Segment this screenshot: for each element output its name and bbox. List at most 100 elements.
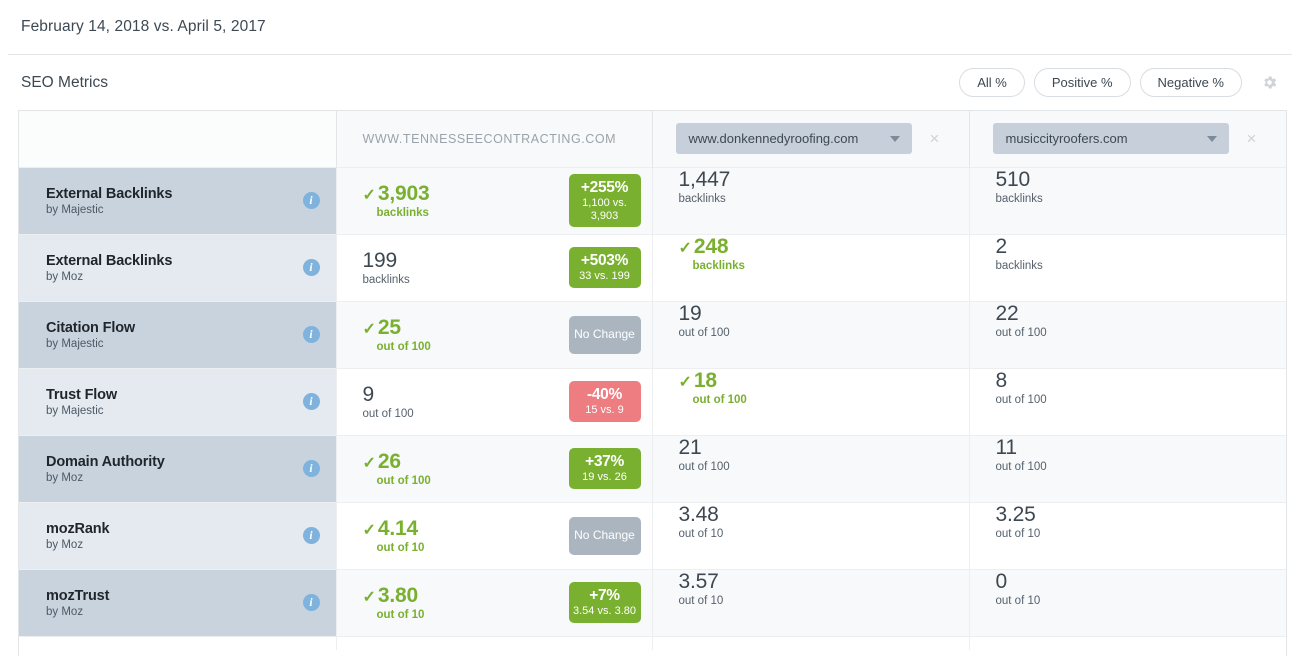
competitor-1-number: 3.48 <box>678 502 719 526</box>
competitor-2-metric-cell: 11 out of 100 <box>969 434 1286 502</box>
competitor-1-remove-button[interactable]: × <box>922 126 948 152</box>
section-header: SEO Metrics All % Positive % Negative % <box>0 55 1300 110</box>
competitor-2-remove-button[interactable]: × <box>1239 126 1265 152</box>
metric-label-texts: Domain Authority by Moz <box>46 453 303 484</box>
competitor-1-value-line: ✓ 248 <box>679 235 955 259</box>
info-icon[interactable]: i <box>302 192 320 209</box>
competitor-2-value-block: 11 out of 100 <box>996 436 1273 502</box>
metric-label-cell: Domain Authority by Moz i <box>19 434 337 502</box>
seo-metrics-table-container: WWW.TENNESSEECONTRACTING.COM www.donkenn… <box>18 110 1287 656</box>
main-site-metric-cell: ✓ 3.80 out of 10 +7% 3.54 vs. 3.80 <box>336 568 653 636</box>
table-cell-partial <box>336 635 653 650</box>
date-comparison-bar: February 14, 2018 vs. April 5, 2017 <box>8 0 1292 55</box>
header-main-site-column: WWW.TENNESSEECONTRACTING.COM <box>336 111 653 167</box>
info-icon[interactable]: i <box>302 527 320 544</box>
metric-name: Citation Flow <box>46 319 136 336</box>
check-icon: ✓ <box>362 320 376 338</box>
main-site-unit: out of 100 <box>376 341 431 354</box>
main-site-number: 4.14 <box>377 516 418 540</box>
main-site-unit: out of 10 <box>376 609 425 622</box>
competitor-2-value-line: 510 <box>996 168 1273 192</box>
competitor-2-value-line: 2 <box>996 235 1273 259</box>
main-site-value-block: ✓ 4.14 out of 10 <box>363 517 569 554</box>
metric-label-texts: Citation Flow by Majestic <box>46 319 303 350</box>
metric-source: by Majestic <box>46 405 104 418</box>
metric-name: mozRank <box>46 520 110 537</box>
table-cell-partial <box>19 635 337 650</box>
competitor-2-unit: out of 10 <box>995 527 1041 540</box>
change-badge: +37% 19 vs. 26 <box>568 447 641 489</box>
competitor-2-value-block: 2 backlinks <box>996 235 1273 301</box>
main-site-value-line: ✓ 3,903 <box>363 182 569 206</box>
table-header: WWW.TENNESSEECONTRACTING.COM www.donkenn… <box>19 111 1286 167</box>
metric-label-cell: External Backlinks by Moz i <box>19 233 337 301</box>
table-cell-partial <box>969 635 1286 650</box>
metric-label-cell: mozTrust by Moz i <box>19 568 337 636</box>
main-site-value-block: ✓ 3.80 out of 10 <box>363 584 569 621</box>
close-icon: × <box>1246 129 1257 149</box>
info-icon[interactable]: i <box>302 326 320 343</box>
table-cell-partial <box>652 635 970 650</box>
filter-negative-percent-button[interactable]: Negative % <box>1139 68 1242 97</box>
competitor-1-select[interactable]: www.donkennedyroofing.com <box>675 123 912 155</box>
check-icon: ✓ <box>362 454 376 472</box>
competitor-2-unit: out of 100 <box>995 460 1047 473</box>
metric-label-cell: External Backlinks by Majestic i <box>19 166 337 234</box>
main-site-value-line: ✓ 25 <box>363 316 569 340</box>
main-site-number: 26 <box>377 449 401 473</box>
info-icon[interactable]: i <box>302 393 320 410</box>
competitor-2-select[interactable]: musiccityroofers.com <box>992 123 1229 155</box>
badge-percent: +37% <box>585 452 624 470</box>
metric-source: by Moz <box>46 606 84 619</box>
competitor-2-number: 2 <box>995 234 1008 258</box>
gear-icon[interactable] <box>1259 73 1279 93</box>
competitor-1-unit: out of 10 <box>678 594 724 607</box>
competitor-1-metric-cell: ✓ 248 backlinks <box>652 233 970 301</box>
main-site-unit: out of 100 <box>362 408 414 421</box>
competitor-1-value-line: 1,447 <box>679 168 955 192</box>
header-competitor-1-column: www.donkennedyroofing.com × <box>652 111 970 167</box>
table-row: External Backlinks by Majestic i ✓ 3,903 back… <box>19 166 1286 234</box>
badge-percent: +7% <box>589 586 620 604</box>
competitor-2-metric-cell: 510 backlinks <box>969 166 1286 234</box>
competitor-1-metric-cell: ✓ 18 out of 100 <box>652 367 970 435</box>
check-icon: ✓ <box>362 186 376 204</box>
filter-positive-percent-button[interactable]: Positive % <box>1033 68 1131 97</box>
info-icon[interactable]: i <box>302 460 320 477</box>
badge-no-change-label: No Change <box>574 527 635 542</box>
competitor-1-unit: out of 10 <box>678 527 724 540</box>
main-site-number: 3,903 <box>377 181 430 205</box>
table-row: Trust Flow by Majestic i 9 out of 100 -40% 15 … <box>19 367 1286 435</box>
badge-percent: +255% <box>580 178 629 196</box>
competitor-2-value-block: 8 out of 100 <box>996 369 1273 435</box>
competitor-2-value-line: 11 <box>996 436 1273 460</box>
header-competitor-2-column: musiccityroofers.com × <box>969 111 1286 167</box>
badge-no-change-label: No Change <box>574 326 635 341</box>
metric-label-texts: mozTrust by Moz <box>46 587 303 618</box>
main-site-value-block: 199 backlinks <box>363 249 569 286</box>
competitor-1-value-block: 1,447 backlinks <box>679 168 955 234</box>
filter-button-group: All % Positive % Negative % <box>959 68 1279 97</box>
metric-name: Domain Authority <box>46 453 165 470</box>
competitor-1-metric-cell: 3.48 out of 10 <box>652 501 970 569</box>
competitor-2-unit: backlinks <box>995 192 1043 205</box>
info-icon[interactable]: i <box>302 594 320 611</box>
competitor-2-value-line: 8 <box>996 369 1273 393</box>
competitor-1-metric-cell: 21 out of 100 <box>652 434 970 502</box>
competitor-1-metric-cell: 1,447 backlinks <box>652 166 970 234</box>
main-site-value-line: ✓ 4.14 <box>363 517 569 541</box>
competitor-1-metric-cell: 19 out of 100 <box>652 300 970 368</box>
competitor-1-number: 1,447 <box>678 167 731 191</box>
metric-source: by Moz <box>46 539 84 552</box>
metric-label-texts: External Backlinks by Moz <box>46 252 303 283</box>
metric-name: External Backlinks <box>46 185 173 202</box>
page-title: SEO Metrics <box>21 73 108 91</box>
competitor-2-unit: out of 100 <box>995 326 1047 339</box>
info-icon[interactable]: i <box>302 259 320 276</box>
competitor-1-number: 18 <box>693 368 717 392</box>
close-icon: × <box>929 129 940 149</box>
competitor-1-value-line: 3.48 <box>679 503 955 527</box>
competitor-2-metric-cell: 0 out of 10 <box>969 568 1286 636</box>
main-site-unit: out of 100 <box>376 475 431 488</box>
filter-all-percent-button[interactable]: All % <box>959 68 1025 97</box>
